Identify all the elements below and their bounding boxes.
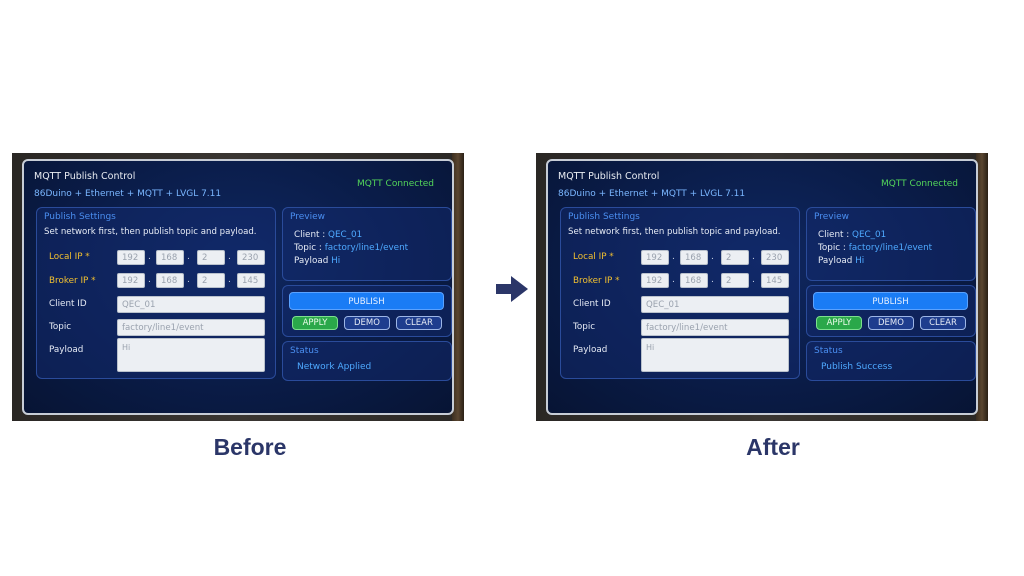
before-caption: Before bbox=[213, 434, 287, 460]
preview-title: Preview bbox=[290, 212, 326, 222]
settings-hint: Set network first, then publish topic an… bbox=[568, 227, 781, 237]
demo-button[interactable]: DEMO bbox=[868, 316, 914, 330]
status-title: Status bbox=[814, 346, 843, 356]
publish-settings-panel: Publish Settings Set network first, then… bbox=[36, 207, 276, 379]
settings-title: Publish Settings bbox=[44, 212, 116, 222]
lcd-screen: MQTT Publish Control 86Duino + Ethernet … bbox=[22, 159, 454, 415]
local-ip-octet-2[interactable]: 168 bbox=[156, 250, 184, 265]
local-ip-label: Local IP * bbox=[49, 252, 90, 262]
preview-client-value: QEC_01 bbox=[852, 230, 887, 240]
preview-topic: Topic : factory/line1/event bbox=[294, 243, 409, 253]
clear-button[interactable]: CLEAR bbox=[396, 316, 442, 330]
app-subtitle: 86Duino + Ethernet + MQTT + LVGL 7.11 bbox=[558, 189, 746, 199]
connection-status: MQTT Connected bbox=[880, 179, 958, 189]
preview-panel: Preview Client : QEC_01 Topic : factory/… bbox=[282, 207, 452, 281]
local-ip-octet-3[interactable]: 2 bbox=[197, 250, 225, 265]
preview-panel: Preview Client : QEC_01 Topic : factory/… bbox=[806, 207, 976, 281]
preview-payload: Payload Hi bbox=[818, 256, 865, 266]
broker-ip-label: Broker IP * bbox=[573, 276, 620, 286]
after-screen-photo: MQTT Publish Control 86Duino + Ethernet … bbox=[536, 153, 988, 421]
before-screen-photo: MQTT Publish Control 86Duino + Ethernet … bbox=[12, 153, 464, 421]
preview-client: Client : QEC_01 bbox=[294, 230, 363, 240]
apply-button[interactable]: APPLY bbox=[292, 316, 338, 330]
broker-ip-octet-3[interactable]: 2 bbox=[721, 273, 749, 288]
publish-settings-panel: Publish Settings Set network first, then… bbox=[560, 207, 800, 379]
publish-button[interactable]: PUBLISH bbox=[289, 292, 444, 310]
preview-payload-value: Hi bbox=[331, 256, 341, 266]
status-panel: Status Publish Success bbox=[806, 341, 976, 381]
broker-ip-octet-3[interactable]: 2 bbox=[197, 273, 225, 288]
apply-button[interactable]: APPLY bbox=[816, 316, 862, 330]
local-ip-octet-2[interactable]: 168 bbox=[680, 250, 708, 265]
settings-hint: Set network first, then publish topic an… bbox=[44, 227, 257, 237]
local-ip-octet-4[interactable]: 230 bbox=[237, 250, 265, 265]
topic-label: Topic bbox=[573, 322, 596, 332]
after-caption: After bbox=[746, 434, 800, 460]
preview-payload-value: Hi bbox=[855, 256, 865, 266]
topic-field[interactable]: factory/line1/event bbox=[641, 319, 789, 336]
actions-panel: PUBLISH APPLY DEMO CLEAR bbox=[282, 285, 452, 337]
broker-ip-octet-4[interactable]: 145 bbox=[761, 273, 789, 288]
broker-ip-octet-2[interactable]: 168 bbox=[680, 273, 708, 288]
local-ip-octet-3[interactable]: 2 bbox=[721, 250, 749, 265]
topic-label: Topic bbox=[49, 322, 72, 332]
status-text: Network Applied bbox=[297, 362, 372, 372]
client-id-field[interactable]: QEC_01 bbox=[641, 296, 789, 313]
connection-status: MQTT Connected bbox=[356, 179, 434, 189]
status-title: Status bbox=[290, 346, 319, 356]
lcd-screen: MQTT Publish Control 86Duino + Ethernet … bbox=[546, 159, 978, 415]
demo-button[interactable]: DEMO bbox=[344, 316, 390, 330]
topic-field[interactable]: factory/line1/event bbox=[117, 319, 265, 336]
preview-topic-value: factory/line1/event bbox=[324, 243, 409, 253]
local-ip-octet-1[interactable]: 192 bbox=[641, 250, 669, 265]
local-ip-octet-1[interactable]: 192 bbox=[117, 250, 145, 265]
clear-button[interactable]: CLEAR bbox=[920, 316, 966, 330]
local-ip-label: Local IP * bbox=[573, 252, 614, 262]
preview-topic: Topic : factory/line1/event bbox=[818, 243, 933, 253]
local-ip-octet-4[interactable]: 230 bbox=[761, 250, 789, 265]
preview-topic-value: factory/line1/event bbox=[848, 243, 933, 253]
broker-ip-octet-2[interactable]: 168 bbox=[156, 273, 184, 288]
status-text: Publish Success bbox=[821, 362, 893, 372]
status-panel: Status Network Applied bbox=[282, 341, 452, 381]
client-id-field[interactable]: QEC_01 bbox=[117, 296, 265, 313]
broker-ip-octet-1[interactable]: 192 bbox=[641, 273, 669, 288]
right-arrow-icon bbox=[496, 276, 528, 302]
payload-textarea[interactable]: Hi bbox=[641, 338, 789, 372]
preview-title: Preview bbox=[814, 212, 850, 222]
preview-client: Client : QEC_01 bbox=[818, 230, 887, 240]
client-id-label: Client ID bbox=[573, 299, 611, 309]
preview-payload: Payload Hi bbox=[294, 256, 341, 266]
broker-ip-octet-4[interactable]: 145 bbox=[237, 273, 265, 288]
broker-ip-octet-1[interactable]: 192 bbox=[117, 273, 145, 288]
preview-client-value: QEC_01 bbox=[328, 230, 363, 240]
payload-label: Payload bbox=[49, 345, 84, 355]
payload-textarea[interactable]: Hi bbox=[117, 338, 265, 372]
payload-label: Payload bbox=[573, 345, 608, 355]
settings-title: Publish Settings bbox=[568, 212, 640, 222]
client-id-label: Client ID bbox=[49, 299, 87, 309]
actions-panel: PUBLISH APPLY DEMO CLEAR bbox=[806, 285, 976, 337]
app-title: MQTT Publish Control bbox=[558, 171, 660, 182]
app-title: MQTT Publish Control bbox=[34, 171, 136, 182]
broker-ip-label: Broker IP * bbox=[49, 276, 96, 286]
app-subtitle: 86Duino + Ethernet + MQTT + LVGL 7.11 bbox=[34, 189, 222, 199]
publish-button[interactable]: PUBLISH bbox=[813, 292, 968, 310]
